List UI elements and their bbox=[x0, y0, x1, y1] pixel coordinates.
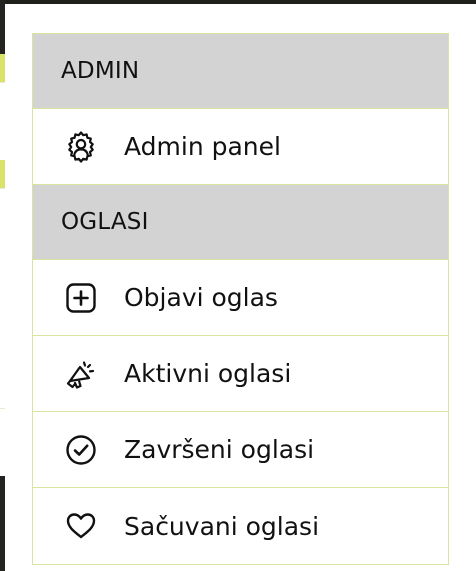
top-bar bbox=[0, 0, 476, 4]
menu-item-admin-panel[interactable]: Admin panel bbox=[33, 109, 448, 185]
menu-item-label: Admin panel bbox=[124, 132, 281, 161]
megaphone-icon bbox=[63, 356, 99, 392]
section-header-oglasi: OGLASI bbox=[33, 185, 448, 260]
menu-item-label: Završeni oglasi bbox=[124, 435, 315, 464]
menu-item-objavi-oglas[interactable]: Objavi oglas bbox=[33, 260, 448, 336]
background-divider bbox=[0, 188, 5, 189]
menu-item-sacuvani-oglasi[interactable]: Sačuvani oglasi bbox=[33, 488, 448, 564]
background-divider bbox=[0, 82, 5, 83]
heart-icon bbox=[63, 508, 99, 544]
background-accent-strip bbox=[0, 54, 5, 82]
section-title: OGLASI bbox=[61, 209, 149, 235]
menu-item-label: Aktivni oglasi bbox=[124, 359, 292, 388]
menu-item-aktivni-oglasi[interactable]: Aktivni oglasi bbox=[33, 336, 448, 412]
background-strip bbox=[0, 0, 5, 54]
background-strip bbox=[0, 476, 5, 571]
plus-square-icon bbox=[63, 280, 99, 316]
admin-gear-user-icon bbox=[63, 129, 99, 165]
menu-item-zavrseni-oglasi[interactable]: Završeni oglasi bbox=[33, 412, 448, 488]
menu-item-label: Sačuvani oglasi bbox=[124, 511, 320, 541]
user-dropdown-menu: ADMIN Admin panel OGLASI Objavi oglas Ak… bbox=[32, 33, 449, 565]
background-divider bbox=[0, 408, 5, 409]
menu-item-label: Objavi oglas bbox=[124, 283, 278, 312]
background-accent-strip bbox=[0, 160, 5, 188]
check-circle-icon bbox=[63, 432, 99, 468]
section-header-admin: ADMIN bbox=[33, 34, 448, 109]
section-title: ADMIN bbox=[61, 58, 140, 84]
